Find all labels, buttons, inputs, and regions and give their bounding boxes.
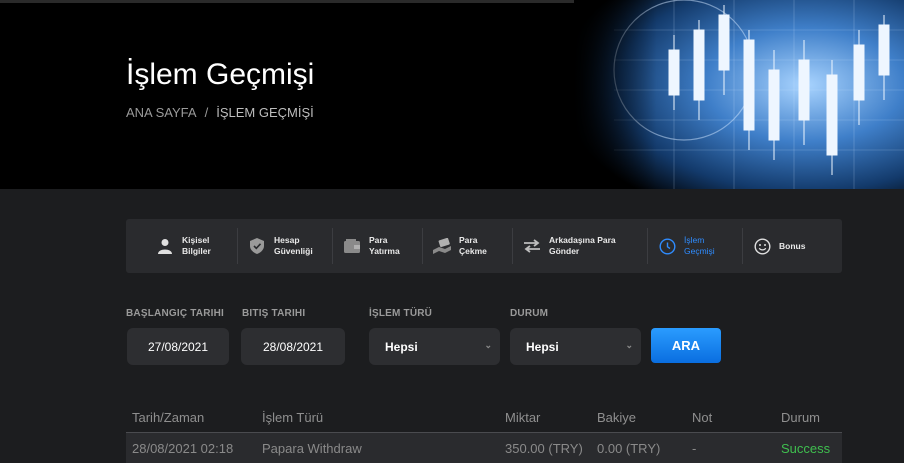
- status-select[interactable]: Hepsi ⌄: [510, 328, 641, 365]
- start-date-field[interactable]: 27/08/2021: [127, 328, 229, 365]
- status-label: DURUM: [510, 308, 549, 319]
- transaction-type-value: Hepsi: [385, 339, 418, 354]
- tab-label-line1: Para: [369, 235, 388, 245]
- account-tabs: Kişisel Bilgiler Hesap Güvenliği Para Yatır…: [126, 219, 842, 273]
- hero-banner: İşlem Geçmişi ANA SAYFA / İŞLEM GEÇMİŞİ: [0, 0, 904, 189]
- wallet-icon: [343, 237, 361, 255]
- breadcrumb-current: İŞLEM GEÇMİŞİ: [216, 105, 314, 120]
- end-date-label: BITIŞ TARIHI: [242, 308, 306, 319]
- cell-note: -: [692, 440, 697, 456]
- chevron-down-icon: ⌄: [625, 340, 633, 350]
- tab-personal-info[interactable]: Kişisel Bilgiler: [126, 228, 238, 264]
- tab-label-line1: Para: [459, 235, 478, 245]
- tab-label-line1: Bonus: [779, 240, 806, 251]
- tab-label-line2: Çekme: [459, 246, 487, 256]
- tab-label-line2: Yatırma: [369, 246, 400, 256]
- page-title: İşlem Geçmişi: [126, 58, 315, 91]
- transfer-arrows-icon: [523, 237, 541, 255]
- tab-withdraw[interactable]: Para Çekme: [423, 228, 513, 264]
- header-type: İşlem Türü: [262, 409, 324, 425]
- tab-bonus[interactable]: Bonus: [743, 228, 823, 264]
- candlestick-chart-artwork: [574, 0, 904, 189]
- header-amount: Miktar: [505, 409, 541, 425]
- header-note: Not: [692, 409, 713, 425]
- search-button[interactable]: ARA: [651, 328, 721, 363]
- end-date-field[interactable]: 28/08/2021: [241, 328, 345, 365]
- shield-icon: [248, 237, 266, 255]
- cell-status: Success: [781, 440, 831, 456]
- tab-label-line2: Gönder: [549, 246, 580, 256]
- tab-label-line1: Kişisel: [182, 235, 210, 245]
- table-header: Tarih/Zaman İşlem Türü Miktar Bakiye Not…: [126, 402, 842, 433]
- breadcrumb-separator: /: [204, 105, 209, 120]
- smiley-icon: [753, 237, 771, 255]
- cell-type: Papara Withdraw: [262, 440, 362, 456]
- tab-label-line1: İşlem: [684, 235, 705, 245]
- start-date-label: BAŞLANGIÇ TARIHI: [126, 308, 225, 319]
- header-status: Durum: [781, 409, 821, 425]
- tab-send-to-friend[interactable]: Arkadaşına Para Gönder: [513, 228, 648, 264]
- cell-date: 28/08/2021 02:18: [132, 440, 234, 456]
- cash-hand-icon: [433, 237, 451, 255]
- history-clock-icon: [658, 237, 676, 255]
- breadcrumb: ANA SAYFA / İŞLEM GEÇMİŞİ: [126, 105, 314, 120]
- tab-label-line1: Arkadaşına Para: [549, 235, 616, 245]
- breadcrumb-home-link[interactable]: ANA SAYFA: [126, 105, 197, 120]
- status-value: Hepsi: [526, 339, 559, 354]
- transaction-table: Tarih/Zaman İşlem Türü Miktar Bakiye Not…: [126, 402, 842, 463]
- header-date: Tarih/Zaman: [132, 409, 205, 425]
- tab-label-line2: Geçmişi: [684, 246, 715, 256]
- tab-label-line2: Bilgiler: [182, 246, 211, 256]
- cell-balance: 0.00 (TRY): [597, 440, 661, 456]
- cell-amount: 350.00 (TRY): [505, 440, 583, 456]
- tab-label-line2: Güvenliği: [274, 246, 313, 256]
- transaction-type-select[interactable]: Hepsi ⌄: [369, 328, 500, 365]
- tab-label-line1: Hesap: [274, 235, 300, 245]
- header-balance: Bakiye: [597, 409, 637, 425]
- tab-account-security[interactable]: Hesap Güvenliği: [238, 228, 333, 264]
- user-icon: [156, 237, 174, 255]
- chevron-down-icon: ⌄: [484, 340, 492, 350]
- transaction-type-label: İŞLEM TÜRÜ: [369, 308, 433, 319]
- tab-deposit[interactable]: Para Yatırma: [333, 228, 423, 264]
- table-row: 28/08/2021 02:18 Papara Withdraw 350.00 …: [126, 433, 842, 463]
- tab-transaction-history[interactable]: İşlem Geçmişi: [648, 228, 743, 264]
